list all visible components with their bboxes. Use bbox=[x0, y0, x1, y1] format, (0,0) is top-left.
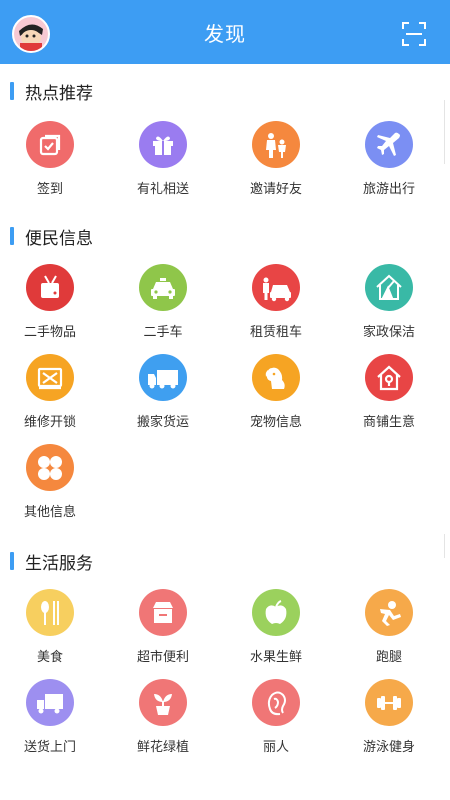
divider bbox=[444, 100, 450, 164]
grid-item[interactable]: 旅游出行 bbox=[339, 121, 439, 197]
fruit-icon bbox=[252, 589, 300, 636]
grid-item[interactable]: 水果生鲜 bbox=[226, 589, 326, 665]
grid-item[interactable]: 租赁租车 bbox=[226, 264, 326, 340]
grid-item[interactable]: 搬家货运 bbox=[113, 354, 213, 430]
grid-item[interactable]: 跑腿 bbox=[339, 589, 439, 665]
fitness-icon bbox=[365, 679, 413, 726]
grid-item[interactable]: 二手车 bbox=[113, 264, 213, 340]
grid-item[interactable]: 家政保洁 bbox=[339, 264, 439, 340]
grid-item[interactable]: 维修开锁 bbox=[0, 354, 100, 430]
scan-icon[interactable] bbox=[402, 22, 426, 46]
grid-item[interactable]: 宠物信息 bbox=[226, 354, 326, 430]
other-icon bbox=[26, 444, 74, 491]
flower-icon bbox=[139, 679, 187, 726]
grid-item[interactable]: 丽人 bbox=[226, 679, 326, 755]
rental-car-icon bbox=[252, 264, 300, 311]
grid-item[interactable]: 鲜花绿植 bbox=[113, 679, 213, 755]
pet-icon bbox=[252, 354, 300, 401]
beauty-icon bbox=[252, 679, 300, 726]
plane-icon bbox=[365, 121, 413, 168]
grid-item[interactable]: 邀请好友 bbox=[226, 121, 326, 197]
page-title: 发现 bbox=[204, 21, 246, 46]
car-icon bbox=[139, 264, 187, 311]
grid-item[interactable]: 送货上门 bbox=[0, 679, 100, 755]
housekeeping-icon bbox=[365, 264, 413, 311]
grid-item[interactable]: 超市便利 bbox=[113, 589, 213, 665]
gift-icon bbox=[139, 121, 187, 168]
grid-item[interactable]: 二手物品 bbox=[0, 264, 100, 340]
grid-item[interactable]: 签到 bbox=[0, 121, 100, 197]
repair-icon bbox=[26, 354, 74, 401]
secondhand-icon bbox=[26, 264, 74, 311]
invite-icon bbox=[252, 121, 300, 168]
food-icon bbox=[26, 589, 74, 636]
top-bar: 发现 bbox=[0, 0, 450, 64]
checkin-icon bbox=[26, 121, 74, 168]
truck-icon bbox=[139, 354, 187, 401]
grid-item[interactable]: 游泳健身 bbox=[339, 679, 439, 755]
grid-item[interactable]: 商铺生意 bbox=[339, 354, 439, 430]
shop-icon bbox=[365, 354, 413, 401]
grid-item[interactable]: 美食 bbox=[0, 589, 100, 665]
errand-icon bbox=[365, 589, 413, 636]
grid-item[interactable]: 其他信息 bbox=[0, 444, 100, 520]
discover-content: 热点推荐 签到 有礼相送 邀请好友 旅游出行 便民信息 二手物品 二手车 租赁租… bbox=[0, 64, 450, 800]
grid-item[interactable]: 有礼相送 bbox=[113, 121, 213, 197]
supermarket-icon bbox=[139, 589, 187, 636]
section-title-life: 生活服务 bbox=[10, 550, 93, 574]
avatar[interactable] bbox=[12, 15, 50, 53]
section-title-hot: 热点推荐 bbox=[10, 80, 93, 104]
section-title-convenience: 便民信息 bbox=[10, 225, 93, 249]
delivery-icon bbox=[26, 679, 74, 726]
divider bbox=[444, 534, 450, 558]
